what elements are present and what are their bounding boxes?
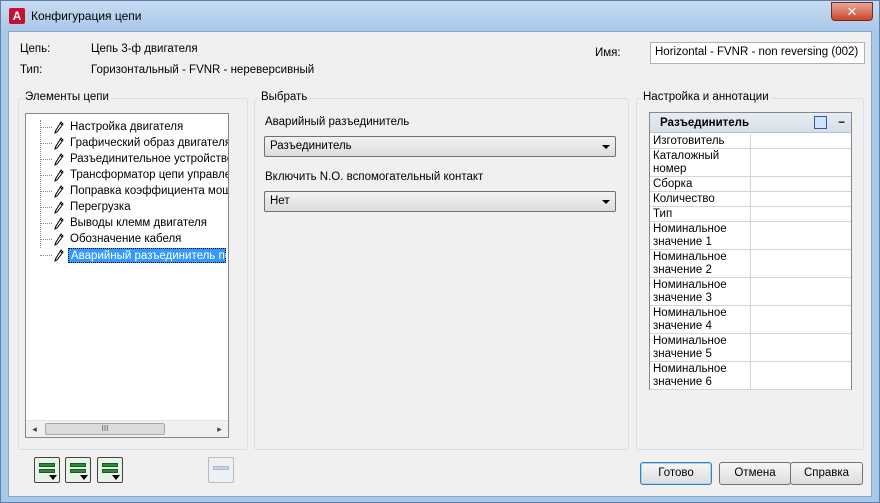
- property-key: Изготовитель: [650, 134, 751, 148]
- scroll-thumb[interactable]: III: [45, 423, 165, 435]
- property-row[interactable]: Номинальное значение 4: [650, 306, 851, 334]
- pencil-icon: [54, 201, 64, 214]
- tree-item[interactable]: Трансформатор цепи управления: [26, 168, 228, 183]
- pencil-icon: [54, 153, 64, 166]
- tree-connector: [40, 239, 52, 240]
- close-button[interactable]: ✕: [831, 2, 873, 21]
- tree-item-label: Обозначение кабеля: [70, 233, 182, 245]
- property-key: Сборка: [650, 177, 751, 191]
- pencil-icon: [54, 233, 64, 246]
- scroll-right-icon[interactable]: ▸: [211, 421, 228, 437]
- pencil-icon: [54, 249, 64, 262]
- properties-grid[interactable]: Разъединитель − Изготовитель Каталожный н…: [649, 112, 852, 390]
- disconnect-label: Аварийный разъединитель: [265, 116, 410, 128]
- refresh-icon[interactable]: [208, 457, 234, 483]
- pencil-icon: [54, 169, 64, 182]
- tree-item-label: Разъединительное устройство: [70, 153, 228, 165]
- property-row[interactable]: Номинальное значение 3: [650, 278, 851, 306]
- property-row[interactable]: Тип: [650, 207, 851, 222]
- tree-item-label: Графический образ двигателя: [70, 137, 228, 149]
- tree-connector: [40, 223, 52, 224]
- tree-item-label: Выводы клемм двигателя: [70, 217, 207, 229]
- property-key: Номинальное значение 3: [650, 278, 751, 305]
- tree-item-label: Аварийный разъединитель по месту: [68, 248, 228, 263]
- property-row[interactable]: Изготовитель: [650, 134, 851, 149]
- dialog-window: A Конфигурация цепи ✕ Цепь: Цепь 3-ф дви…: [0, 0, 880, 503]
- property-key: Тип: [650, 207, 751, 221]
- tree-item[interactable]: Выводы клемм двигателя: [26, 216, 228, 231]
- ok-button[interactable]: Готово: [640, 462, 712, 485]
- tree-item[interactable]: Поправка коэффициента мощности: [26, 184, 228, 199]
- property-row[interactable]: Номинальное значение 2: [650, 250, 851, 278]
- chevron-down-icon: [602, 200, 610, 204]
- dialog-body: Цепь: Цепь 3-ф двигателя Тип: Горизонтал…: [8, 31, 872, 497]
- name-label: Имя:: [595, 47, 621, 59]
- pencil-icon: [54, 121, 64, 134]
- property-row[interactable]: Каталожный номер: [650, 149, 851, 177]
- tree-connector: [40, 191, 52, 192]
- circuit-label: Цепь:: [20, 43, 51, 55]
- collapse-icon[interactable]: −: [838, 113, 845, 133]
- tree-item-label: Перегрузка: [70, 201, 131, 213]
- tree-item-label: Настройка двигателя: [70, 121, 184, 133]
- grid-options-icon[interactable]: [814, 116, 827, 129]
- name-input[interactable]: Horizontal - FVNR - non reversing (002): [650, 42, 865, 64]
- title-bar[interactable]: A Конфигурация цепи ✕: [1, 1, 879, 31]
- load-circuit-icon[interactable]: [97, 457, 123, 483]
- tree-connector: [40, 207, 52, 208]
- type-label: Тип:: [20, 64, 43, 76]
- property-row[interactable]: Сборка: [650, 177, 851, 192]
- cancel-button[interactable]: Отмена: [719, 462, 791, 485]
- property-row[interactable]: Номинальное значение 1: [650, 222, 851, 250]
- property-key: Номинальное значение 6: [650, 362, 751, 389]
- tree-item[interactable]: Обозначение кабеля: [26, 232, 228, 247]
- tree-item[interactable]: Разъединительное устройство: [26, 152, 228, 167]
- tree-item-label: Поправка коэффициента мощности: [70, 185, 228, 197]
- select-title: Выбрать: [259, 91, 310, 103]
- disconnect-select-value: Разъединитель: [270, 140, 352, 152]
- scroll-left-icon[interactable]: ◂: [26, 421, 43, 437]
- tree-connector: [40, 175, 52, 176]
- settings-title: Настройка и аннотации: [641, 91, 771, 103]
- pencil-icon: [54, 185, 64, 198]
- tree-item-label: Трансформатор цепи управления: [70, 169, 228, 181]
- window-title: Конфигурация цепи: [31, 9, 142, 23]
- help-button[interactable]: Справка: [790, 462, 863, 485]
- autocad-logo-icon: A: [9, 8, 25, 24]
- horizontal-scrollbar[interactable]: ◂ III ▸: [26, 420, 228, 437]
- tree-item[interactable]: Графический образ двигателя: [26, 136, 228, 151]
- property-key: Количество: [650, 192, 751, 206]
- save-circuit-icon[interactable]: [65, 457, 91, 483]
- insert-circuit-icon[interactable]: [34, 457, 60, 483]
- tree-item[interactable]: Перегрузка: [26, 200, 228, 215]
- aux-contact-label: Включить N.O. вспомогательный контакт: [265, 171, 484, 183]
- aux-contact-select-value: Нет: [270, 195, 290, 207]
- circuit-elements-tree[interactable]: Настройка двигателя Графический образ дви…: [25, 113, 229, 438]
- tree-item[interactable]: Настройка двигателя: [26, 120, 228, 135]
- property-key: Каталожный номер: [650, 149, 751, 176]
- property-row[interactable]: Номинальное значение 5: [650, 334, 851, 362]
- property-key: Номинальное значение 5: [650, 334, 751, 361]
- tree-connector: [40, 143, 52, 144]
- tree-connector: [40, 127, 52, 128]
- pencil-icon: [54, 217, 64, 230]
- tree-connector: [40, 255, 52, 256]
- property-key: Номинальное значение 4: [650, 306, 751, 333]
- properties-grid-header: Разъединитель −: [650, 113, 851, 133]
- property-row[interactable]: Номинальное значение 6: [650, 362, 851, 390]
- circuit-elements-title: Элементы цепи: [23, 91, 111, 103]
- property-key: Номинальное значение 1: [650, 222, 751, 249]
- grid-header-label: Разъединитель: [660, 117, 750, 129]
- property-row[interactable]: Количество: [650, 192, 851, 207]
- circuit-value: Цепь 3-ф двигателя: [91, 43, 198, 55]
- tree-item[interactable]: Аварийный разъединитель по месту: [26, 248, 228, 263]
- property-key: Номинальное значение 2: [650, 250, 751, 277]
- disconnect-select[interactable]: Разъединитель: [264, 136, 616, 157]
- pencil-icon: [54, 137, 64, 150]
- tree-connector: [40, 159, 52, 160]
- chevron-down-icon: [602, 145, 610, 149]
- type-value: Горизонтальный - FVNR - нереверсивный: [91, 64, 315, 76]
- aux-contact-select[interactable]: Нет: [264, 191, 616, 212]
